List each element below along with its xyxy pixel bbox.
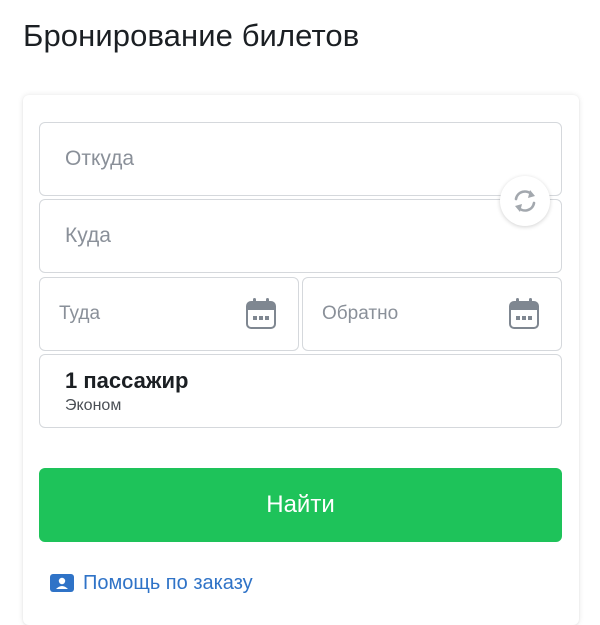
passenger-count: 1 пассажир <box>65 368 189 393</box>
to-placeholder: Куда <box>65 224 111 247</box>
order-help-link[interactable]: Помощь по заказу <box>50 570 253 596</box>
from-placeholder: Откуда <box>65 147 135 170</box>
passengers-selector[interactable]: 1 пассажир Эконом <box>39 354 562 428</box>
date-there-field[interactable]: Туда <box>39 277 299 351</box>
calendar-icon <box>246 298 276 329</box>
to-field[interactable]: Куда <box>39 199 562 273</box>
date-back-field[interactable]: Обратно <box>302 277 562 351</box>
contact-card-icon <box>50 574 74 592</box>
help-link-label: Помощь по заказу <box>83 571 253 594</box>
calendar-icon <box>509 298 539 329</box>
page-title: Бронирование билетов <box>23 18 360 53</box>
cabin-class: Эконом <box>65 397 122 414</box>
swap-arrows-icon <box>514 190 536 212</box>
search-button[interactable]: Найти <box>39 468 562 542</box>
from-field[interactable]: Откуда <box>39 122 562 196</box>
swap-button[interactable] <box>500 176 550 226</box>
date-back-placeholder: Обратно <box>322 303 399 324</box>
date-there-placeholder: Туда <box>59 303 101 324</box>
